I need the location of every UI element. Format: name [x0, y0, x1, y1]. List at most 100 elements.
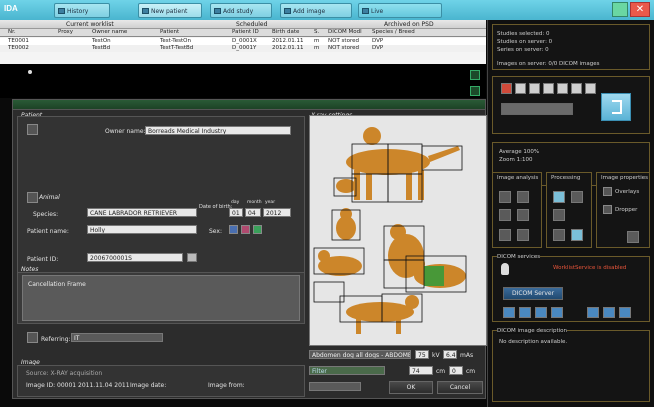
- col-patient-id[interactable]: Patient ID: [232, 29, 259, 35]
- cancel-button[interactable]: Cancel: [437, 381, 483, 394]
- dialog-title-bar: [13, 100, 485, 110]
- animal-checkbox[interactable]: [27, 192, 38, 203]
- flip-icon[interactable]: [543, 83, 554, 94]
- zoom-icon[interactable]: [557, 83, 568, 94]
- analysis-group: Image analysis: [492, 172, 542, 248]
- analysis-tool-3[interactable]: [499, 209, 511, 221]
- image-description-box: DICOM image description No description a…: [492, 328, 650, 402]
- worklist-columns: Nr. Proxy Owner name Patient Patient ID …: [0, 29, 486, 37]
- table-row[interactable]: TE0002 TestBd TestT-TestBd D_0001Y 2012.…: [0, 45, 486, 52]
- study-info-box: Studies selected: 0 Studies on server: 0…: [492, 24, 650, 70]
- minimize-button[interactable]: [612, 2, 628, 17]
- pan-icon[interactable]: [571, 83, 582, 94]
- image-icon: [284, 8, 291, 14]
- app-logo: IDA: [4, 4, 18, 13]
- birth-month-input[interactable]: 04: [245, 208, 261, 217]
- col-breed[interactable]: Species / Breed: [372, 29, 415, 35]
- notes-panel: Cancellation Frame: [17, 272, 305, 324]
- processing-group: Processing: [546, 172, 592, 248]
- square-icon[interactable]: [515, 83, 526, 94]
- kv-input[interactable]: 75: [415, 350, 429, 359]
- viewer-collapse-button[interactable]: [470, 86, 480, 96]
- patient-id-input[interactable]: 2006700001S: [87, 253, 183, 262]
- filter-select[interactable]: Filter: [309, 366, 385, 375]
- anatomy-selector[interactable]: [309, 115, 487, 346]
- properties-tool[interactable]: [627, 231, 639, 243]
- analysis-tool-4[interactable]: [517, 209, 529, 221]
- col-nr[interactable]: Nr.: [8, 29, 16, 35]
- viewer-marker: [28, 70, 32, 74]
- birth-day-input[interactable]: 01: [229, 208, 243, 217]
- referring-checkbox[interactable]: [27, 332, 38, 343]
- dicom-services-box: DICOM services WorklistService is disabl…: [492, 254, 650, 322]
- right-panel: Studies selected: 0 Studies on server: 0…: [487, 20, 654, 407]
- process-tool-5[interactable]: [571, 229, 583, 241]
- sex-neutered-toggle[interactable]: [253, 225, 262, 234]
- sex-male-toggle[interactable]: [229, 225, 238, 234]
- group-archived[interactable]: Archived on PSD: [384, 21, 434, 28]
- dicom-server-button[interactable]: DICOM Server: [503, 287, 563, 300]
- referring-select[interactable]: IT: [71, 333, 163, 342]
- notes-textarea[interactable]: Cancellation Frame: [22, 275, 300, 321]
- service-tool-4[interactable]: [551, 307, 563, 318]
- process-tool-2[interactable]: [571, 191, 583, 203]
- col-birth[interactable]: Birth date: [272, 29, 299, 35]
- toolbar-box: [492, 76, 650, 134]
- tab-live[interactable]: Live: [358, 3, 442, 18]
- col-modality[interactable]: DICOM Modl: [328, 29, 362, 35]
- worklist-table: Current worklist Scheduled Archived on P…: [0, 20, 486, 64]
- image-panel: Source: X-RAY acquisition Image ID: 0000…: [17, 365, 305, 397]
- tab-add-study[interactable]: Add study: [210, 3, 272, 18]
- measure-icon[interactable]: [585, 83, 596, 94]
- process-tool-4[interactable]: [553, 229, 565, 241]
- service-tool-2[interactable]: [519, 307, 531, 318]
- owner-name-input[interactable]: Borreads Medical Industry: [145, 126, 291, 135]
- service-tool-6[interactable]: [603, 307, 615, 318]
- rotate-icon[interactable]: [529, 83, 540, 94]
- distance-input[interactable]: 74: [409, 366, 433, 375]
- mas-input[interactable]: 6.4: [443, 350, 457, 359]
- col-owner[interactable]: Owner name: [92, 29, 127, 35]
- species-select[interactable]: CANE LABRADOR RETRIEVER: [87, 208, 197, 217]
- birth-year-input[interactable]: 2012: [263, 208, 291, 217]
- ok-button[interactable]: OK: [389, 381, 433, 394]
- tab-new-patient[interactable]: New patient: [138, 3, 202, 18]
- tab-history[interactable]: History: [54, 3, 110, 18]
- tab-add-image[interactable]: Add image: [280, 3, 352, 18]
- lightbulb-icon: [501, 263, 509, 275]
- process-tool-3[interactable]: [553, 209, 565, 221]
- distance-offset-input[interactable]: 0: [449, 366, 463, 375]
- service-tool-3[interactable]: [535, 307, 547, 318]
- analysis-tool-1[interactable]: [499, 191, 511, 203]
- sex-female-toggle[interactable]: [241, 225, 250, 234]
- viewer-expand-button[interactable]: [470, 70, 480, 80]
- generate-id-icon[interactable]: [187, 253, 197, 262]
- send-button[interactable]: [601, 93, 631, 121]
- dropper-checkbox[interactable]: [603, 205, 612, 214]
- option-select[interactable]: [309, 382, 361, 391]
- analysis-tool-2[interactable]: [517, 191, 529, 203]
- patient-name-input[interactable]: Holly: [87, 225, 197, 234]
- process-tool-1[interactable]: [553, 191, 565, 203]
- col-patient[interactable]: Patient: [160, 29, 179, 35]
- blurred-button[interactable]: [501, 103, 573, 115]
- live-icon: [362, 8, 369, 14]
- delete-icon[interactable]: [501, 83, 512, 94]
- overlays-checkbox[interactable]: [603, 187, 612, 196]
- group-current-worklist[interactable]: Current worklist: [66, 21, 114, 28]
- new-patient-dialog: Patient Owner name: Borreads Medical Ind…: [12, 99, 487, 399]
- table-row[interactable]: TE0001 TestOn Test-TestOn D_0001X 2012.0…: [0, 38, 486, 45]
- anatomy-select[interactable]: Abdomen dog all dogs - ABDOMEN DLL (1): [309, 350, 411, 359]
- dog-anatomy-diagram: [313, 127, 467, 334]
- service-tool-1[interactable]: [503, 307, 515, 318]
- owner-checkbox[interactable]: [27, 124, 38, 135]
- analysis-tool-6[interactable]: [517, 229, 529, 241]
- service-tool-5[interactable]: [587, 307, 599, 318]
- analysis-tool-5[interactable]: [499, 229, 511, 241]
- group-scheduled[interactable]: Scheduled: [236, 21, 267, 28]
- col-proxy[interactable]: Proxy: [58, 29, 73, 35]
- service-tool-7[interactable]: [619, 307, 631, 318]
- image-viewer[interactable]: [0, 64, 486, 98]
- close-icon[interactable]: ✕: [630, 2, 650, 17]
- col-sex[interactable]: S.: [314, 29, 319, 35]
